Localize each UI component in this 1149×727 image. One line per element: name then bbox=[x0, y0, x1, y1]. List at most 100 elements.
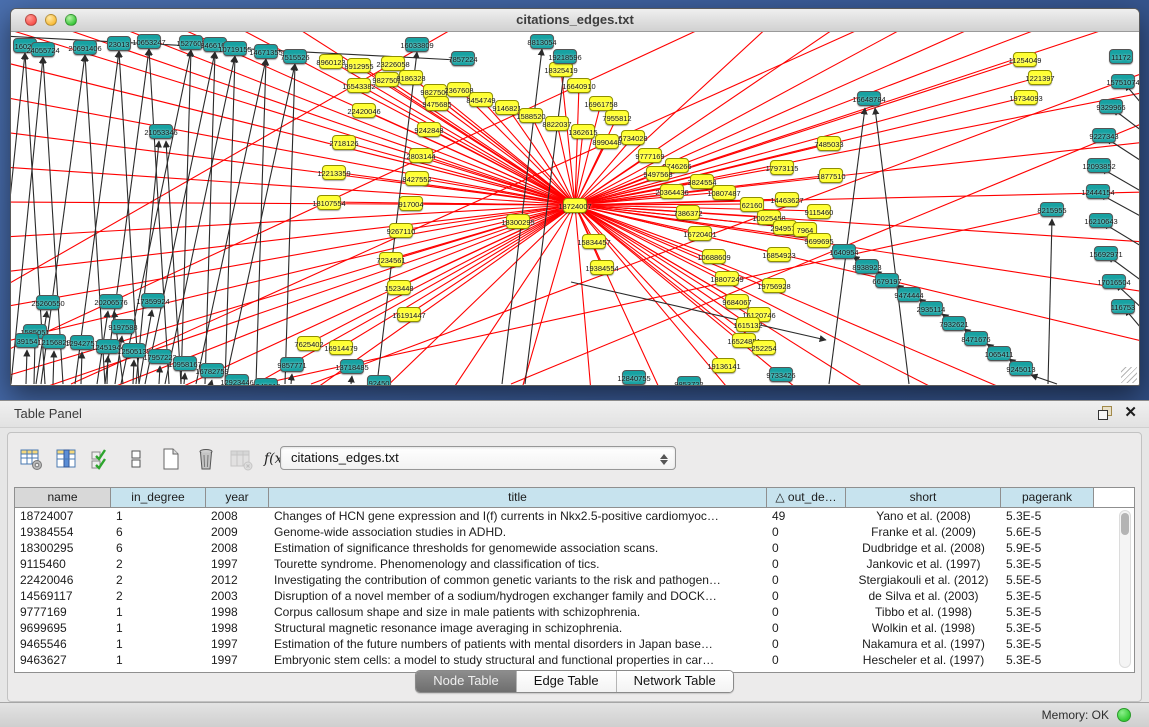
graph-node[interactable]: 8186328 bbox=[399, 70, 423, 85]
graph-node[interactable]: 23013 bbox=[107, 36, 131, 51]
graph-node[interactable]: 7485033 bbox=[817, 136, 841, 151]
graph-node[interactable]: 11254049 bbox=[1013, 52, 1037, 67]
graph-node[interactable]: 1615132 bbox=[736, 317, 760, 332]
graph-node[interactable]: 12213359 bbox=[322, 165, 346, 180]
graph-node[interactable]: 917004 bbox=[399, 196, 423, 211]
graph-node[interactable]: 16854923 bbox=[767, 247, 791, 262]
graph-node[interactable]: 8471676 bbox=[964, 331, 988, 346]
new-document-icon[interactable] bbox=[158, 446, 184, 472]
graph-node[interactable]: 252254 bbox=[752, 340, 776, 355]
close-panel-icon[interactable]: ✕ bbox=[1124, 406, 1137, 420]
graph-node[interactable]: 39154 bbox=[15, 333, 39, 348]
graph-node[interactable]: 8427552 bbox=[405, 171, 429, 186]
graph-node[interactable]: 9474444 bbox=[897, 287, 921, 302]
graph-node[interactable]: 19734093 bbox=[1014, 90, 1038, 105]
table-row[interactable]: 1872400712008Changes of HCN gene express… bbox=[15, 508, 1134, 524]
graph-node[interactable]: 1065411 bbox=[987, 346, 1011, 361]
graph-node[interactable]: 9857771 bbox=[280, 357, 304, 372]
graph-node[interactable]: 10653247 bbox=[137, 34, 161, 49]
graph-node[interactable]: 9853722 bbox=[677, 376, 701, 385]
graph-node[interactable]: 116753 bbox=[1111, 299, 1135, 314]
graph-node[interactable]: 21053346 bbox=[149, 124, 173, 139]
graph-node[interactable]: 7932621 bbox=[942, 316, 966, 331]
graph-node[interactable]: 12093852 bbox=[1087, 158, 1111, 173]
graph-node[interactable]: 19756928 bbox=[762, 278, 786, 293]
graph-node[interactable]: 9329966 bbox=[1099, 99, 1123, 114]
close-window-button[interactable] bbox=[25, 14, 37, 26]
table-row[interactable]: 2242004622012Investigating the contribut… bbox=[15, 572, 1134, 588]
graph-node[interactable]: 7625402 bbox=[297, 336, 321, 351]
graph-node[interactable]: 20691406 bbox=[73, 40, 97, 55]
graph-node[interactable]: 9827503 bbox=[375, 72, 399, 87]
column-header-pagerank[interactable]: pagerank bbox=[1001, 488, 1094, 508]
tab-network-table[interactable]: Network Table bbox=[616, 671, 733, 692]
graph-node[interactable]: 19384554 bbox=[590, 260, 614, 275]
graph-node[interactable]: 19136141 bbox=[712, 358, 736, 373]
graph-node[interactable]: 16720401 bbox=[688, 226, 712, 241]
graph-node[interactable]: 7234561 bbox=[379, 252, 403, 267]
graph-node[interactable]: 8813054 bbox=[530, 34, 554, 49]
memory-status-indicator[interactable] bbox=[1117, 708, 1131, 722]
graph-node[interactable]: 14463627 bbox=[775, 192, 799, 207]
graph-node[interactable]: 9267110 bbox=[389, 223, 413, 238]
graph-node[interactable]: 15692971 bbox=[1094, 246, 1118, 261]
graph-node[interactable]: 6734028 bbox=[621, 130, 645, 145]
graph-node[interactable]: 9777169 bbox=[638, 148, 662, 163]
graph-node[interactable]: 16543382 bbox=[347, 78, 371, 93]
clear-rows-icon[interactable] bbox=[123, 446, 149, 472]
graph-node[interactable]: 20364436 bbox=[660, 184, 684, 199]
graph-node[interactable]: 25260550 bbox=[36, 295, 60, 310]
graph-node[interactable]: 1221397 bbox=[1028, 70, 1052, 85]
graph-node[interactable]: 7515526 bbox=[283, 49, 307, 64]
graph-node[interactable]: 1640954 bbox=[832, 244, 856, 259]
graph-node[interactable]: 1362615 bbox=[571, 124, 595, 139]
graph-node[interactable]: 15751074 bbox=[1111, 74, 1135, 89]
graph-node[interactable]: 11172 bbox=[1109, 49, 1133, 64]
column-header-indegree[interactable]: in_degree bbox=[111, 488, 206, 508]
graph-node[interactable]: 16640910 bbox=[567, 78, 591, 93]
graph-node[interactable]: 9227343 bbox=[1092, 128, 1116, 143]
graph-node[interactable]: 9197588 bbox=[111, 319, 135, 334]
table-selector-dropdown[interactable]: citations_edges.txt bbox=[280, 446, 676, 470]
graph-node[interactable]: 24055724 bbox=[31, 42, 55, 57]
graph-node[interactable]: 9699695 bbox=[807, 233, 831, 248]
graph-node[interactable]: 10958167 bbox=[173, 356, 197, 371]
table-row[interactable]: 1830029562008Estimation of significance … bbox=[15, 540, 1134, 556]
tab-node-table[interactable]: Node Table bbox=[416, 671, 516, 692]
graph-node[interactable]: 6679197 bbox=[875, 273, 899, 288]
graph-node[interactable]: 16210643 bbox=[1089, 213, 1113, 228]
graph-node[interactable]: 17359924 bbox=[141, 293, 165, 308]
graph-node[interactable]: 8960123 bbox=[319, 54, 343, 69]
graph-node[interactable]: 9497568 bbox=[646, 166, 670, 181]
column-header-year[interactable]: year bbox=[206, 488, 269, 508]
graph-node[interactable]: 15834457 bbox=[582, 234, 606, 249]
graph-node[interactable]: 8454749 bbox=[469, 92, 493, 107]
table-row[interactable]: 946554611997Estimation of the future num… bbox=[15, 636, 1134, 652]
table-row[interactable]: 977716911998Corpus callosum shape and si… bbox=[15, 604, 1134, 620]
graph-node[interactable]: 7955812 bbox=[605, 110, 629, 125]
graph-node[interactable]: 16914479 bbox=[329, 340, 353, 355]
graph-node[interactable]: 20206576 bbox=[99, 294, 123, 309]
graph-node[interactable]: 18807249 bbox=[715, 271, 739, 286]
column-header-title[interactable]: title bbox=[269, 488, 767, 508]
graph-node[interactable]: 16961758 bbox=[589, 96, 613, 111]
table-row[interactable]: 911546021997Tourette syndrome. Phenomeno… bbox=[15, 556, 1134, 572]
zoom-window-button[interactable] bbox=[65, 14, 77, 26]
network-canvas[interactable]: 1872400789601238912955232260589827503165… bbox=[11, 32, 1139, 385]
tab-edge-table[interactable]: Edge Table bbox=[516, 671, 616, 692]
graph-node[interactable]: 1588520 bbox=[519, 108, 543, 123]
delete-trash-icon[interactable] bbox=[193, 446, 219, 472]
graph-node[interactable]: 10688609 bbox=[702, 249, 726, 264]
graph-node[interactable]: 17973115 bbox=[770, 160, 794, 175]
show-columns-icon[interactable] bbox=[53, 446, 79, 472]
graph-node[interactable]: 18107554 bbox=[317, 195, 341, 210]
graph-node[interactable]: 16648784 bbox=[857, 91, 881, 106]
graph-node[interactable]: 9242848 bbox=[417, 122, 441, 137]
graph-node[interactable]: 16033809 bbox=[405, 37, 429, 52]
graph-node[interactable]: 7857224 bbox=[451, 51, 475, 66]
table-row[interactable]: 1938455462009Genome-wide association stu… bbox=[15, 524, 1134, 540]
table-row[interactable]: 946362711997Embryonic stem cells: a mode… bbox=[15, 652, 1134, 668]
graph-node[interactable]: 12923446 bbox=[225, 374, 249, 385]
graph-node[interactable]: 1523448 bbox=[387, 280, 411, 295]
table-row[interactable]: 969969511998Structural magnetic resonanc… bbox=[15, 620, 1134, 636]
